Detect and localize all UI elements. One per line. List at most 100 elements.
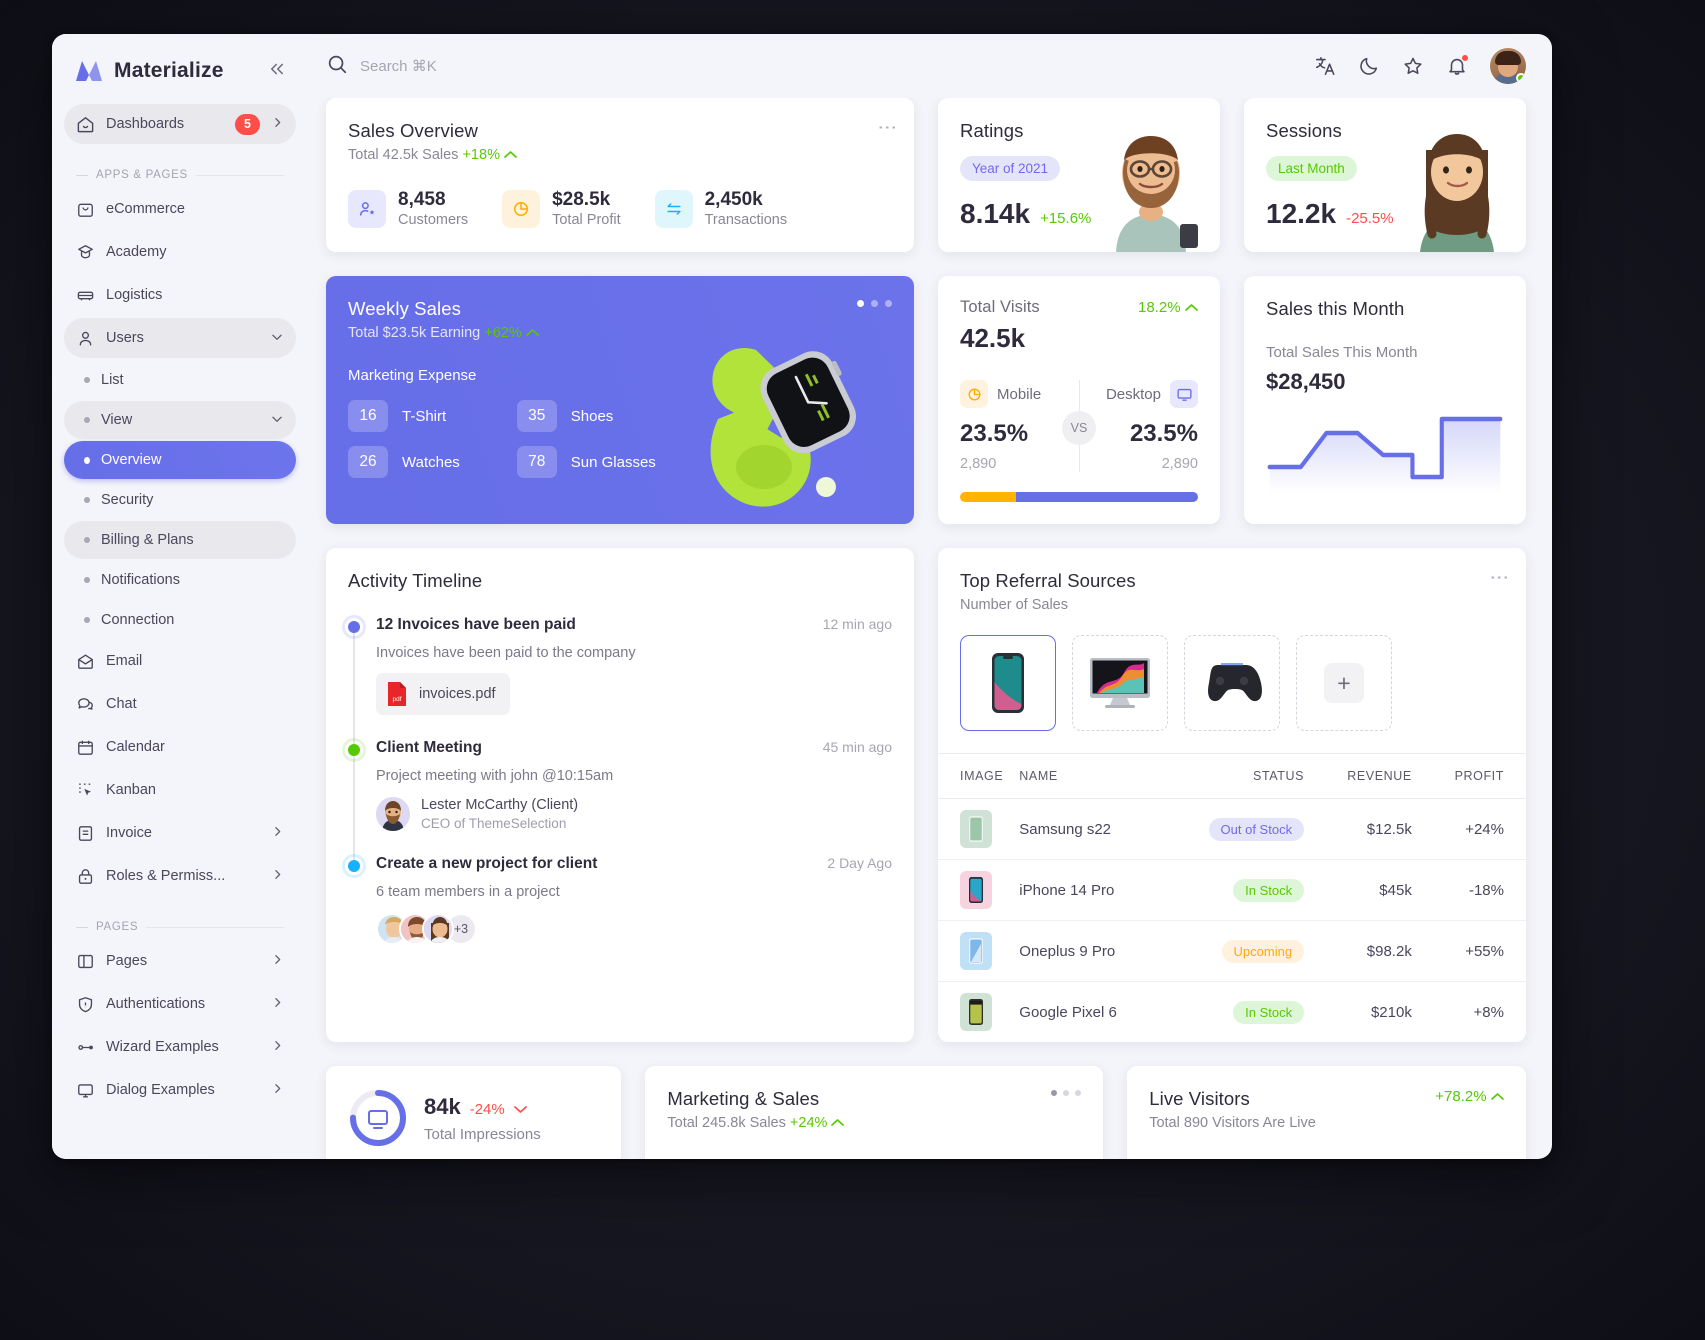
stat-total-profit: $28.5k Total Profit [502, 189, 621, 229]
sidebar-item-list[interactable]: List [64, 361, 296, 399]
ratings-chip: Year of 2021 [960, 156, 1060, 181]
sidebar-item-label: Connection [101, 612, 284, 628]
stat-value: 8,458 [398, 189, 446, 210]
sidebar-item-ecommerce[interactable]: eCommerce [64, 189, 296, 229]
trend-up-icon [1491, 1088, 1504, 1105]
expense-label: Sun Glasses [571, 454, 656, 471]
carousel-dot[interactable] [1063, 1090, 1069, 1096]
sales-overview-stats: 8,458 Customers $28.5k [348, 189, 892, 229]
smartwatch-3d-icon [656, 315, 906, 524]
sales-overview-delta: +18% [462, 147, 500, 163]
top-referral-sources-card: ⋮ Top Referral Sources Number of Sales [938, 548, 1526, 1042]
dashboards-badge: 5 [235, 114, 260, 135]
table-row[interactable]: Google Pixel 6 In Stock $210k +8% [938, 982, 1526, 1043]
bottom-cards-row: 84k -24% Total Impressions [326, 1066, 1526, 1159]
moon-icon[interactable] [1358, 55, 1380, 77]
referral-thumbnails: + [960, 635, 1504, 731]
carousel-dots[interactable] [1051, 1090, 1081, 1096]
card-menu-icon[interactable]: ⋮ [877, 118, 896, 137]
sidebar-item-notifications[interactable]: Notifications [64, 561, 296, 599]
bell-icon[interactable] [1446, 55, 1468, 77]
stat-text: $28.5k Total Profit [552, 189, 621, 229]
trend-down-icon [514, 1094, 527, 1120]
timeline-item: Create a new project for client 2 Day Ag… [348, 855, 892, 949]
star-icon[interactable] [1402, 55, 1424, 77]
timeline-head: Client Meeting 45 min ago [376, 739, 892, 757]
visits-ratio-bar [960, 492, 1198, 502]
sidebar-item-chat[interactable]: Chat [64, 684, 296, 724]
lock-icon [76, 867, 95, 886]
carousel-dots[interactable] [857, 300, 892, 307]
thumb-phone[interactable] [960, 635, 1056, 731]
sidebar-item-invoice[interactable]: Invoice [64, 813, 296, 853]
carousel-dot[interactable] [1051, 1090, 1057, 1096]
sidebar-item-email[interactable]: Email [64, 641, 296, 681]
table-header-row: IMAGE NAME STATUS REVENUE PROFIT [938, 754, 1526, 799]
dialog-icon [76, 1081, 95, 1100]
attachment-chip[interactable]: pdf invoices.pdf [376, 673, 510, 715]
sidebar-item-label: Pages [106, 953, 260, 969]
bullet-icon [84, 377, 90, 383]
table-row[interactable]: Samsung s22 Out of Stock $12.5k +24% [938, 799, 1526, 860]
section-rule [196, 175, 284, 176]
sidebar-item-overview[interactable]: Overview [64, 441, 296, 479]
marketing-expense-items: 16 T-Shirt 35 Shoes 26 Watches 78 [348, 400, 664, 478]
sidebar-item-academy[interactable]: Academy [64, 232, 296, 272]
section-pages: PAGES [64, 899, 296, 941]
section-label: PAGES [96, 921, 138, 933]
carousel-dot[interactable] [857, 300, 864, 307]
trend-up-icon [831, 1115, 844, 1131]
wizard-icon [76, 1038, 95, 1057]
section-rule [146, 927, 284, 928]
team-avatar[interactable] [422, 913, 454, 945]
sidebar-item-dashboards[interactable]: Dashboards 5 [64, 104, 296, 144]
shop-icon [76, 200, 95, 219]
sidebar-item-logistics[interactable]: Logistics [64, 275, 296, 315]
cell-name: iPhone 14 Pro [1011, 860, 1163, 921]
bullet-icon [84, 457, 90, 464]
sidebar-item-label: Roles & Permiss... [106, 868, 260, 884]
sidebar-item-roles-permissions[interactable]: Roles & Permiss... [64, 856, 296, 896]
sidebar-item-calendar[interactable]: Calendar [64, 727, 296, 767]
carousel-dot[interactable] [871, 300, 878, 307]
thumb-gamepad[interactable] [1184, 635, 1280, 731]
search-area[interactable] [326, 53, 1300, 80]
sidebar-item-dialog-examples[interactable]: Dialog Examples [64, 1070, 296, 1110]
sidebar-item-billing-plans[interactable]: Billing & Plans [64, 521, 296, 559]
chevron-right-icon [271, 868, 284, 884]
card-menu-icon[interactable]: ⋮ [1489, 568, 1508, 587]
col-revenue: REVENUE [1312, 754, 1420, 799]
sidebar-item-security[interactable]: Security [64, 481, 296, 519]
sidebar-item-label: Dashboards [106, 116, 224, 132]
stat-label: Customers [398, 212, 468, 228]
sidebar-item-connection[interactable]: Connection [64, 601, 296, 639]
search-input[interactable] [360, 58, 660, 75]
total-visits-value: 42.5k [960, 323, 1198, 354]
avatar[interactable] [1490, 48, 1526, 84]
table-body: Samsung s22 Out of Stock $12.5k +24% [938, 799, 1526, 1043]
sidebar-item-label: Invoice [106, 825, 260, 841]
transfer-icon [655, 190, 693, 228]
sidebar-item-view[interactable]: View [64, 401, 296, 439]
table-row[interactable]: iPhone 14 Pro In Stock $45k -18% [938, 860, 1526, 921]
thumb-add[interactable]: + [1296, 635, 1392, 731]
total-visits-header: Total Visits 18.2% [960, 298, 1198, 317]
sessions-delta: -25.5% [1346, 210, 1394, 227]
carousel-dot[interactable] [885, 300, 892, 307]
weekly-sales-card: Weekly Sales Total $23.5k Earning +62% M… [326, 276, 914, 524]
pages-icon [76, 952, 95, 971]
sidebar-item-pages[interactable]: Pages [64, 941, 296, 981]
app-window: Materialize Dashboards 5 [52, 34, 1552, 1159]
sidebar-item-authentications[interactable]: Authentications [64, 984, 296, 1024]
sidebar-item-wizard-examples[interactable]: Wizard Examples [64, 1027, 296, 1067]
translate-icon[interactable] [1314, 55, 1336, 77]
thumb-imac[interactable] [1072, 635, 1168, 731]
timeline-time: 2 Day Ago [827, 855, 892, 871]
sidebar-item-users[interactable]: Users [64, 318, 296, 358]
cell-status: In Stock [1163, 982, 1312, 1043]
collapse-sidebar-icon[interactable] [264, 58, 290, 84]
table-row[interactable]: Oneplus 9 Pro Upcoming $98.2k +55% [938, 921, 1526, 982]
col-profit: PROFIT [1420, 754, 1526, 799]
sidebar-item-kanban[interactable]: Kanban [64, 770, 296, 810]
carousel-dot[interactable] [1075, 1090, 1081, 1096]
